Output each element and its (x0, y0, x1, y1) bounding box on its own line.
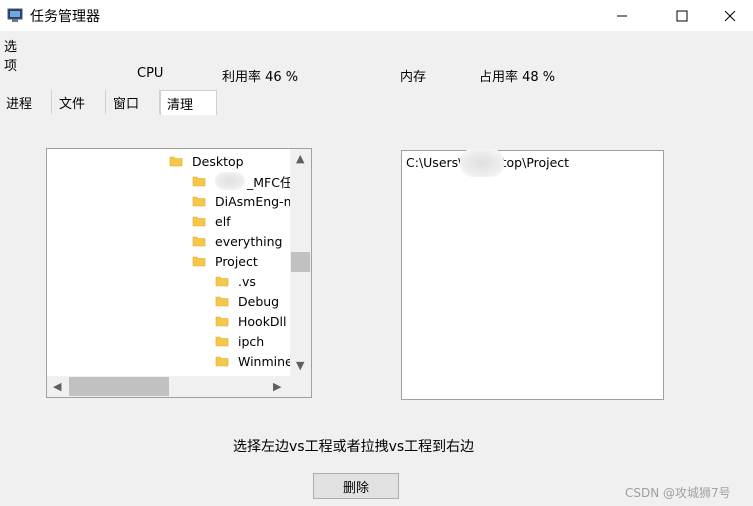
folder-icon (215, 296, 229, 307)
app-icon (7, 8, 23, 22)
folder-icon (169, 156, 183, 167)
tree-item-label: ipch (238, 333, 265, 349)
cpu-label: CPU (137, 66, 164, 81)
maximize-icon (676, 10, 688, 21)
maximize-button[interactable] (659, 0, 705, 31)
tab-windows[interactable]: 窗口 (107, 90, 160, 114)
folder-icon (215, 276, 229, 287)
tree-item-vs[interactable]: .vs (215, 271, 256, 291)
tree-item-label: _MFC任 (247, 174, 293, 190)
tree-item-label: .vs (238, 273, 256, 289)
scroll-corner (290, 376, 311, 397)
instruction-text: 选择左边vs工程或者拉拽vs工程到右边 (233, 439, 475, 455)
project-drop-target[interactable]: C:\Users\ \Desktop\Project (401, 149, 664, 400)
folder-icon (215, 356, 229, 367)
tree-vertical-scroll-thumb[interactable] (291, 252, 310, 272)
tree-item-diasmeng[interactable]: DiAsmEng-ma (192, 191, 303, 211)
folder-tree[interactable]: Desktop _MFC任 DiAsmEng-ma elf everything… (46, 148, 312, 398)
tree-item-label: elf (215, 213, 231, 229)
folder-icon (215, 316, 229, 327)
tree-item-label: Debug (238, 293, 280, 309)
menu-options[interactable]: 选项 (4, 36, 17, 74)
memory-usage: 占用率 48 % (479, 70, 556, 85)
tree-item-ipch[interactable]: ipch (215, 331, 264, 351)
folder-icon (215, 336, 229, 347)
redacted-patch (460, 149, 504, 177)
tree-item-label: Project (215, 253, 258, 269)
tree-item-winmine[interactable]: Winmine (215, 351, 293, 371)
close-icon (724, 10, 736, 21)
tree-item-desktop[interactable]: Desktop (169, 151, 244, 171)
redacted-patch (215, 172, 245, 190)
tree-item-label: Winmine (238, 353, 293, 369)
minimize-icon (617, 15, 627, 16)
tab-cleanup[interactable]: 清理 (160, 90, 217, 115)
scroll-down-icon[interactable]: ▼ (296, 359, 304, 372)
tree-item-project[interactable]: Project (192, 251, 258, 271)
cpu-usage: 利用率 46 % (222, 70, 299, 85)
tree-item-hookdll[interactable]: HookDll (215, 311, 287, 331)
scroll-left-icon[interactable]: ◀ (53, 380, 61, 393)
tree-item-label: HookDll (238, 313, 287, 329)
title-bar: 任务管理器 (0, 0, 753, 31)
tree-horizontal-scrollbar[interactable]: ◀ ▶ (47, 376, 290, 397)
scroll-up-icon[interactable]: ▲ (296, 152, 304, 165)
tree-item-elf[interactable]: elf (192, 211, 231, 231)
memory-label: 内存 (400, 70, 427, 85)
folder-icon (192, 236, 206, 247)
tree-item-label: everything (215, 233, 283, 249)
tree-item-mfc[interactable]: _MFC任 (192, 171, 292, 191)
scroll-right-icon[interactable]: ▶ (273, 380, 281, 393)
folder-icon (192, 196, 206, 207)
window-title: 任务管理器 (30, 9, 100, 25)
tree-horizontal-scroll-thumb[interactable] (69, 377, 169, 396)
folder-icon (192, 256, 206, 267)
watermark: CSDN @攻城狮7号 (625, 486, 731, 500)
close-button[interactable] (707, 0, 753, 31)
delete-button[interactable]: 删除 (313, 473, 399, 499)
tab-processes[interactable]: 进程 (0, 90, 52, 114)
tree-item-everything[interactable]: everything (192, 231, 282, 251)
minimize-button[interactable] (599, 0, 645, 31)
tree-vertical-scrollbar[interactable]: ▲ ▼ (290, 149, 311, 376)
tree-item-label: Desktop (192, 153, 244, 169)
tree-item-debug[interactable]: Debug (215, 291, 279, 311)
tab-files[interactable]: 文件 (53, 90, 106, 114)
folder-icon (192, 176, 206, 187)
folder-icon (192, 216, 206, 227)
